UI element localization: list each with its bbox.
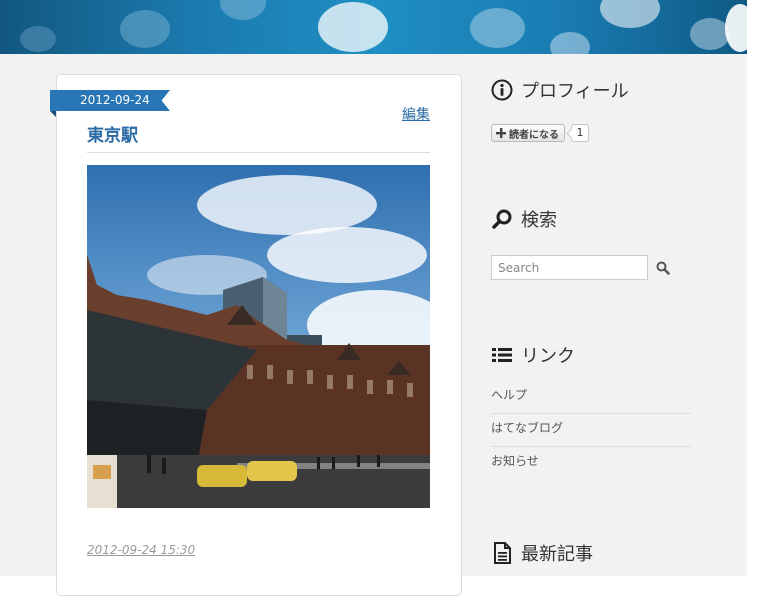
list-icon xyxy=(492,348,512,362)
edit-link[interactable]: 編集 xyxy=(402,104,430,124)
banner-bokeh xyxy=(690,18,730,50)
banner-bokeh xyxy=(318,2,388,52)
page-edge xyxy=(747,0,764,576)
profile-title-text: プロフィール xyxy=(521,81,629,102)
profile-widget-title: プロフィール xyxy=(491,77,629,103)
subscribe-label: 読者になる xyxy=(509,129,559,141)
entry-timestamp[interactable]: 2012-09-24 15:30 xyxy=(87,543,195,557)
banner-bokeh xyxy=(600,0,660,28)
subscribe-button[interactable]: 読者になる xyxy=(491,124,565,142)
tokyo-station-photo xyxy=(87,165,430,508)
subscriber-count[interactable]: 1 xyxy=(571,124,589,142)
banner-bokeh xyxy=(550,32,590,54)
title-divider xyxy=(87,152,430,153)
link-item-hatena-blog[interactable]: はてなブログ xyxy=(491,414,691,447)
banner-bokeh xyxy=(20,26,56,52)
search-submit-icon[interactable] xyxy=(656,261,670,275)
entry-photo[interactable] xyxy=(87,165,430,508)
links-widget-title: リンク xyxy=(491,342,575,368)
recent-widget-title: 最新記事 xyxy=(491,540,593,566)
links-title-text: リンク xyxy=(521,346,575,367)
info-icon xyxy=(491,79,513,101)
recent-title-text: 最新記事 xyxy=(521,544,593,565)
banner-bokeh xyxy=(120,10,170,48)
ribbon-fold xyxy=(50,111,56,117)
search-title-text: 検索 xyxy=(521,210,557,231)
entry-title[interactable]: 東京駅 xyxy=(87,121,138,146)
link-item-news[interactable]: お知らせ xyxy=(491,447,691,480)
search-input[interactable] xyxy=(491,255,648,280)
entry-date-ribbon[interactable]: 2012-09-24 xyxy=(50,90,170,111)
links-list: ヘルプ はてなブログ お知らせ xyxy=(491,381,691,480)
banner-bokeh xyxy=(220,0,266,20)
subscribe-widget: 読者になる 1 xyxy=(491,124,589,142)
banner-bokeh xyxy=(725,4,747,52)
plus-icon xyxy=(496,128,506,138)
document-icon xyxy=(494,542,511,564)
banner-bokeh xyxy=(470,8,525,48)
header-banner xyxy=(0,0,747,54)
search-widget-title: 検索 xyxy=(491,206,557,232)
search-icon xyxy=(492,209,512,229)
link-item-help[interactable]: ヘルプ xyxy=(491,381,691,414)
